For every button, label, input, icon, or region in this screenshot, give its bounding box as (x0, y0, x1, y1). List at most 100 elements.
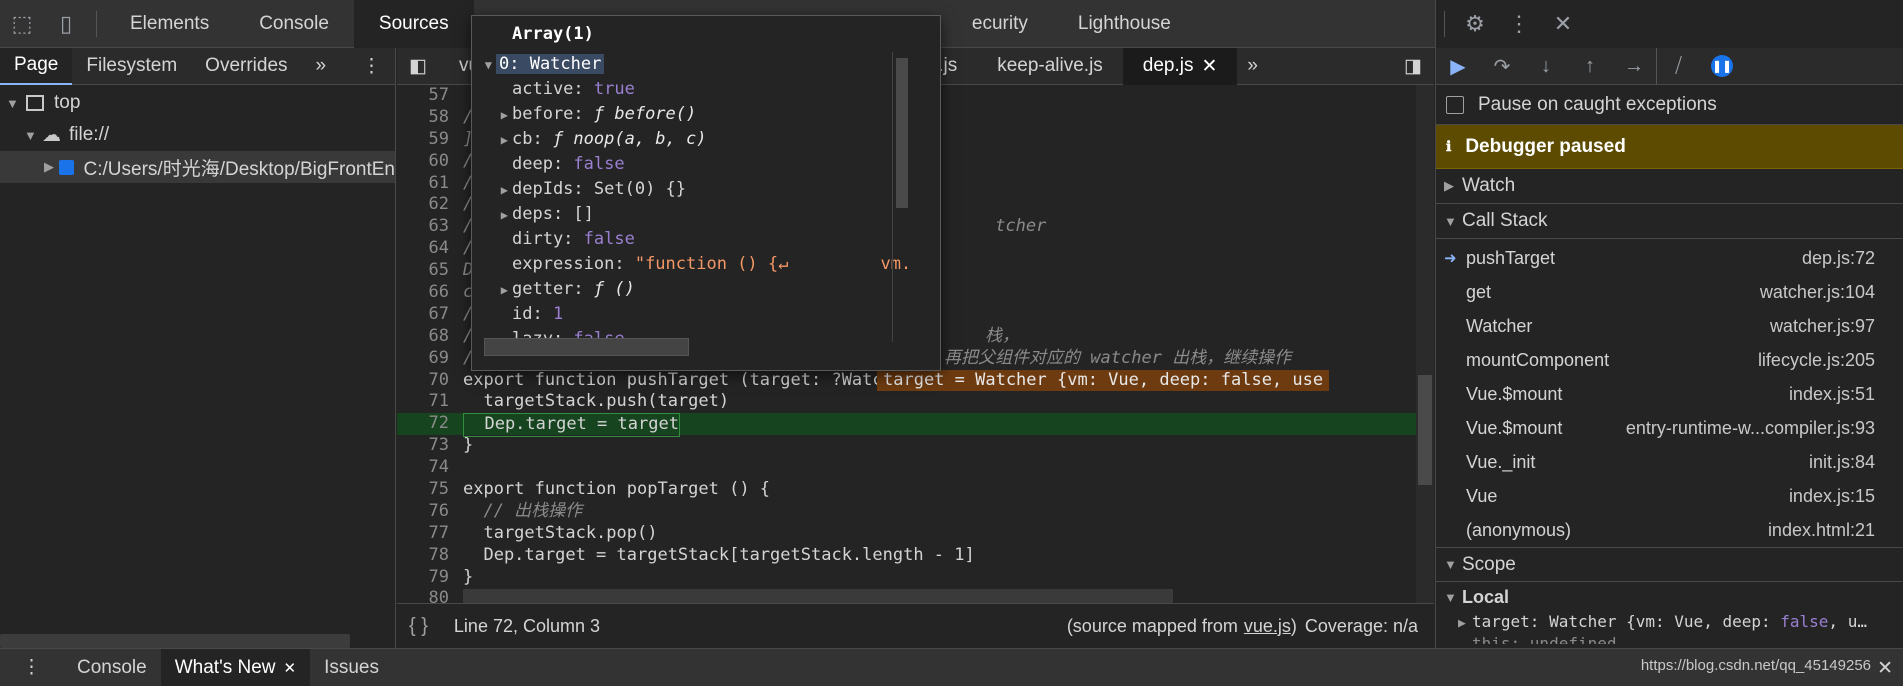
step-out-icon[interactable]: ↑ (1568, 48, 1612, 85)
code-line[interactable]: 77 targetStack.pop() (397, 523, 1434, 545)
step-icon[interactable]: → (1612, 48, 1656, 85)
drawer-tab-console[interactable]: Console (63, 649, 161, 686)
frame-location[interactable]: watcher.js:104 (1760, 282, 1875, 303)
close-drawer-icon[interactable]: ✕ (1877, 657, 1893, 680)
line-number[interactable]: 70 (397, 370, 457, 392)
popover-property-row[interactable]: active: true (484, 77, 924, 102)
frame-location[interactable]: init.js:84 (1809, 452, 1875, 473)
close-icon[interactable]: ✕ (1541, 0, 1585, 48)
popover-property-row[interactable]: ▶ before: ƒ before() (484, 102, 924, 127)
resume-icon[interactable]: ▶ (1436, 48, 1480, 85)
line-number[interactable]: 65 (397, 260, 457, 282)
device-toolbar-icon[interactable]: ▯ (44, 0, 88, 48)
vertical-scrollbar[interactable] (1416, 85, 1434, 603)
code-line[interactable]: 78 Dep.target = targetStack[targetStack.… (397, 545, 1434, 567)
line-number[interactable]: 62 (397, 194, 457, 216)
line-number[interactable]: 67 (397, 304, 457, 326)
pause-on-exceptions-icon[interactable]: ❚❚ (1700, 48, 1744, 85)
line-number[interactable]: 73 (397, 435, 457, 457)
popover-property-row[interactable]: ▶ cb: ƒ noop(a, b, c) (484, 127, 924, 152)
popover-property-row[interactable]: dirty: false (484, 227, 924, 252)
line-number[interactable]: 68 (397, 326, 457, 348)
popover-horizontal-scrollbar[interactable] (484, 338, 689, 356)
call-frame[interactable]: ➜ pushTarget dep.js:72 (1436, 241, 1903, 275)
scroll-thumb[interactable] (896, 58, 908, 208)
horizontal-scrollbar[interactable] (0, 634, 350, 648)
line-number[interactable]: 80 (397, 588, 457, 603)
line-number[interactable]: 59 (397, 129, 457, 151)
toggle-debugger-icon[interactable]: ◨ (1392, 48, 1434, 85)
popover-property-row[interactable]: expression: "function () {↵ vm. (484, 252, 924, 277)
step-over-icon[interactable]: ↷ (1480, 48, 1524, 85)
frame-location[interactable]: lifecycle.js:205 (1758, 350, 1875, 371)
editor-tab[interactable]: keep-alive.js (977, 48, 1123, 85)
frame-location[interactable]: index.html:21 (1768, 520, 1875, 541)
code-line[interactable]: 79} (397, 567, 1434, 589)
more-vertical-icon[interactable]: ⋮ (1497, 0, 1541, 48)
tab-console[interactable]: Console (234, 0, 354, 48)
line-number[interactable]: 61 (397, 173, 457, 195)
watch-section-header[interactable]: ▶ Watch (1436, 169, 1903, 204)
popover-vertical-scrollbar[interactable] (892, 52, 910, 342)
call-frame[interactable]: Vue index.js:15 (1436, 479, 1903, 513)
popover-property-row[interactable]: deep: false (484, 152, 924, 177)
call-frame[interactable]: Watcher watcher.js:97 (1436, 309, 1903, 343)
call-frame[interactable]: mountComponent lifecycle.js:205 (1436, 343, 1903, 377)
line-number[interactable]: 58 (397, 107, 457, 129)
tree-item-origin[interactable]: ▼ ☁ file:// (0, 119, 395, 151)
pause-caught-option[interactable]: Pause on caught exceptions (1436, 85, 1903, 125)
call-frame[interactable]: get watcher.js:104 (1436, 275, 1903, 309)
line-number[interactable]: 64 (397, 238, 457, 260)
tab-overrides[interactable]: Overrides (191, 48, 301, 85)
popover-property-row[interactable]: id: 1 (484, 302, 924, 327)
line-number[interactable]: 78 (397, 545, 457, 567)
tab-security[interactable]: ecurity (947, 0, 1053, 48)
line-number[interactable]: 57 (397, 85, 457, 107)
pause-caught-checkbox[interactable] (1446, 95, 1464, 114)
call-frame[interactable]: (anonymous) index.html:21 (1436, 513, 1903, 547)
source-map-link[interactable]: vue.js (1244, 616, 1291, 637)
more-vertical-icon[interactable]: ⋮ (348, 48, 395, 85)
tree-item-top[interactable]: ▼ top (0, 87, 395, 119)
line-number[interactable]: 76 (397, 501, 457, 523)
horizontal-scrollbar[interactable] (463, 589, 1173, 603)
tab-lighthouse[interactable]: Lighthouse (1053, 0, 1196, 48)
line-number[interactable]: 79 (397, 567, 457, 589)
line-number[interactable]: 60 (397, 151, 457, 173)
tree-item-folder[interactable]: ▶ C:/Users/时光海/Desktop/BigFrontEn (0, 151, 395, 183)
line-number[interactable]: 69 (397, 348, 457, 370)
frame-location[interactable]: index.js:51 (1789, 384, 1875, 405)
tab-elements[interactable]: Elements (105, 0, 234, 48)
call-frame[interactable]: Vue._init init.js:84 (1436, 445, 1903, 479)
line-number[interactable]: 74 (397, 457, 457, 479)
call-frame[interactable]: Vue.$mount entry-runtime-w...compiler.js:… (1436, 411, 1903, 445)
tab-filesystem[interactable]: Filesystem (72, 48, 191, 85)
call-frame[interactable]: Vue.$mount index.js:51 (1436, 377, 1903, 411)
scope-local-header[interactable]: ▼ Local (1436, 582, 1903, 612)
code-line[interactable]: 73} (397, 435, 1434, 457)
tab-page[interactable]: Page (0, 47, 73, 85)
editor-tab-active[interactable]: dep.js ✕ (1122, 47, 1238, 85)
more-tabs-icon[interactable]: » (1237, 48, 1268, 85)
frame-location[interactable]: entry-runtime-w...compiler.js:93 (1626, 418, 1875, 439)
line-number[interactable]: 71 (397, 391, 457, 413)
line-number[interactable]: 75 (397, 479, 457, 501)
code-line[interactable]: 76 // 出栈操作 (397, 501, 1434, 523)
deactivate-breakpoints-icon[interactable]: ⧸ (1656, 47, 1700, 85)
scope-section-header[interactable]: ▼ Scope (1436, 547, 1903, 582)
close-tab-icon[interactable]: ✕ (1202, 55, 1218, 78)
toggle-navigator-icon[interactable]: ◧ (397, 48, 439, 85)
line-number[interactable]: 63 (397, 216, 457, 238)
code-line[interactable]: 71 targetStack.push(target) (397, 391, 1434, 413)
more-tabs-icon[interactable]: » (302, 48, 341, 85)
frame-location[interactable]: index.js:15 (1789, 486, 1875, 507)
more-vertical-icon[interactable]: ⋮ (0, 649, 63, 686)
code-line[interactable]: 70 export function pushTarget (target: ?W… (397, 369, 1434, 392)
popover-property-row[interactable]: ▶ deps: [] (484, 202, 924, 227)
close-tab-icon[interactable]: ✕ (283, 659, 296, 677)
code-line[interactable]: 75 export function popTarget () { (397, 479, 1434, 501)
pretty-print-icon[interactable]: { } (409, 615, 428, 638)
scope-var-target[interactable]: ▶ target: Watcher {vm: Vue, deep: false, … (1436, 612, 1903, 634)
drawer-tab-issues[interactable]: Issues (310, 649, 393, 686)
inspect-element-icon[interactable]: ⬚ (0, 0, 44, 48)
